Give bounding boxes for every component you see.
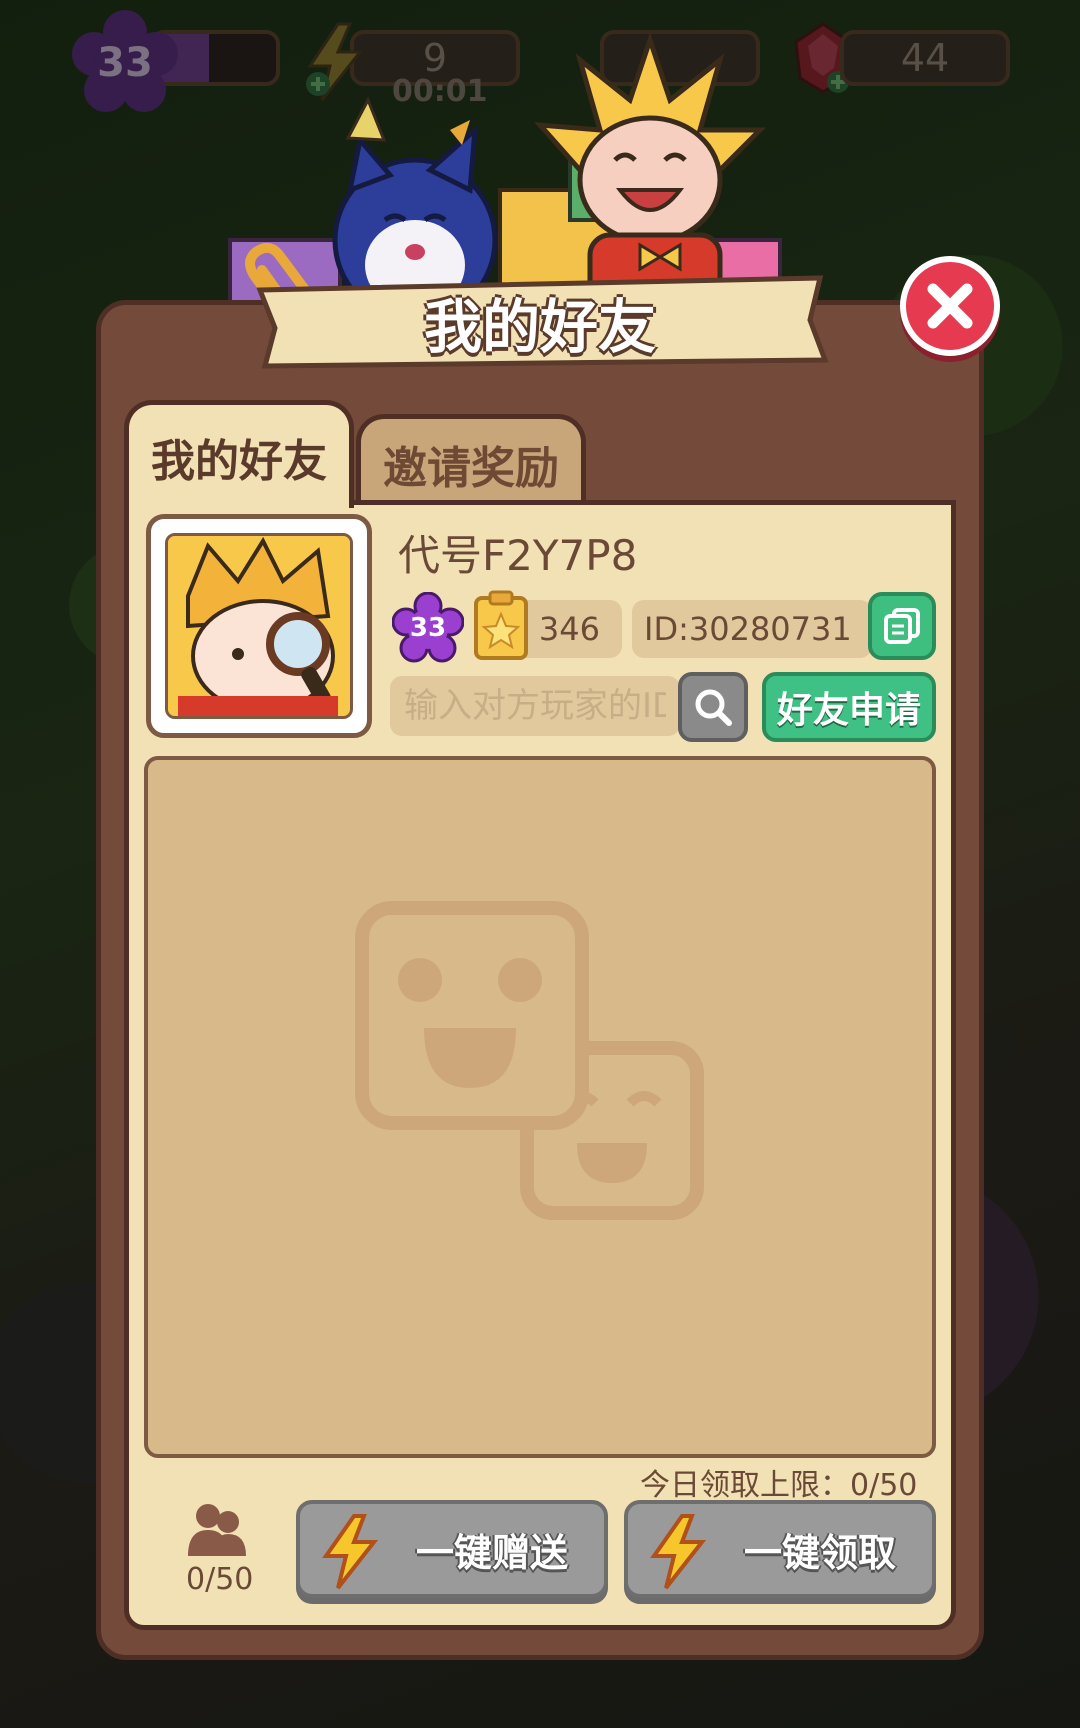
friend-count: 0/50: [186, 1562, 254, 1597]
copy-icon: [884, 608, 920, 644]
player-level-number: 33: [409, 613, 447, 643]
player-id-search-input[interactable]: [390, 676, 680, 736]
close-icon: [927, 283, 973, 329]
player-avatar-frame[interactable]: [146, 514, 372, 738]
search-button[interactable]: [678, 672, 748, 742]
energy-bolt-icon: [650, 1514, 707, 1590]
claim-all-label: 一键领取: [743, 1530, 896, 1575]
search-icon: [695, 689, 732, 726]
daily-claim-limit: 今日领取上限：0/50: [640, 1468, 918, 1503]
avatar: [165, 533, 353, 719]
copy-id-button[interactable]: [868, 592, 936, 660]
send-all-label: 一键赠送: [415, 1530, 568, 1575]
friend-request-button[interactable]: 好友申请: [762, 672, 936, 742]
claim-all-button[interactable]: 一键领取: [624, 1500, 936, 1598]
dialog-title: 我的好友: [423, 293, 656, 361]
clipboard-star-icon: [474, 590, 528, 660]
energy-bolt-icon: [322, 1514, 379, 1590]
player-id: ID:30280731: [632, 600, 872, 658]
friends-icon: [188, 1504, 246, 1556]
close-button[interactable]: [900, 256, 1000, 356]
tab-my-friends[interactable]: 我的好友: [124, 400, 354, 508]
player-name: 代号F2Y7P8: [398, 531, 638, 580]
empty-list-smiley-icon: [355, 901, 704, 1220]
detective-avatar-icon: [168, 536, 350, 716]
tab-invite-rewards[interactable]: 邀请奖励: [356, 414, 586, 508]
player-level-badge: 33: [391, 591, 465, 664]
player-score-value: 346: [538, 610, 600, 648]
send-all-button[interactable]: 一键赠送: [296, 1500, 608, 1598]
